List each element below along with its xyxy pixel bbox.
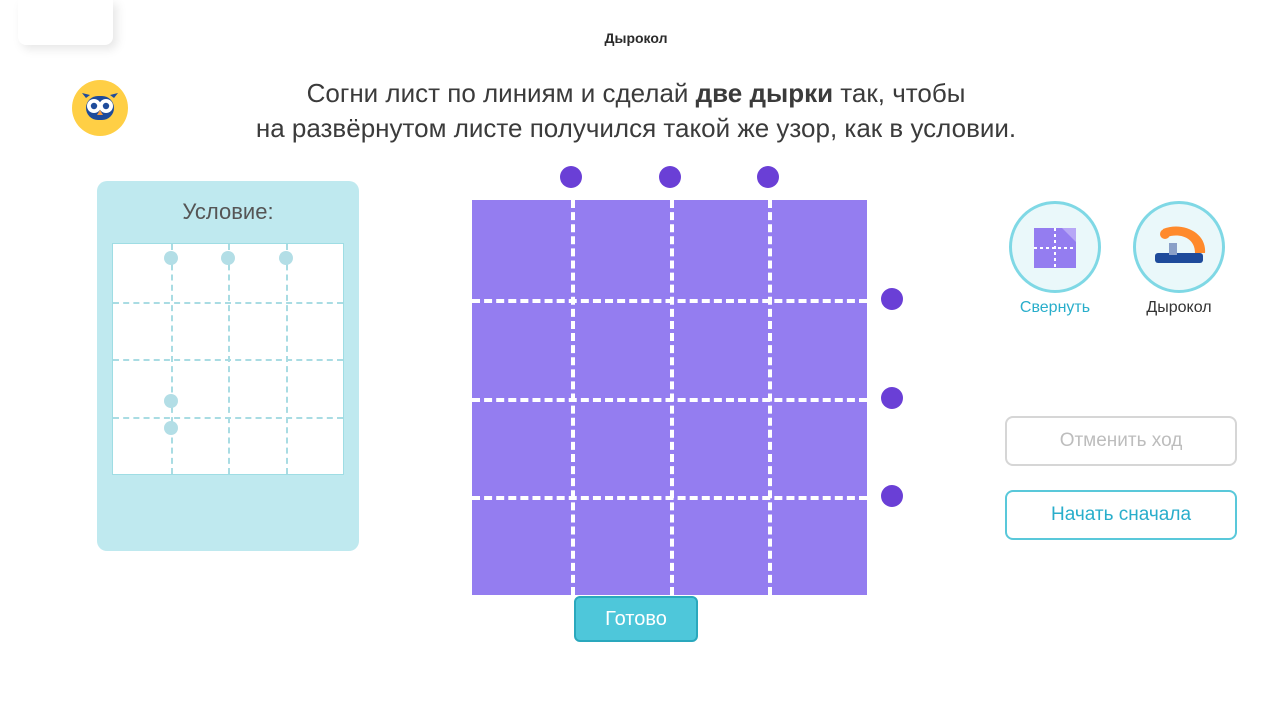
page-title: Дырокол bbox=[0, 0, 1272, 46]
punch-tool-label: Дырокол bbox=[1131, 299, 1227, 317]
instructions-text: Согни лист по линиям и сделай две дырки … bbox=[156, 76, 1116, 146]
condition-dot bbox=[164, 394, 178, 408]
punch-tool[interactable]: Дырокол bbox=[1131, 201, 1227, 317]
active-tab-corner bbox=[18, 0, 113, 45]
undo-button: Отменить ход bbox=[1005, 416, 1237, 466]
fold-handle-dot[interactable] bbox=[659, 166, 681, 188]
restart-button[interactable]: Начать сначала bbox=[1005, 490, 1237, 540]
fold-handle-dot[interactable] bbox=[881, 485, 903, 507]
sheet-workspace[interactable] bbox=[472, 160, 902, 590]
condition-label: Условие: bbox=[111, 199, 345, 225]
foldable-sheet[interactable] bbox=[472, 200, 867, 595]
fold-tool[interactable]: Свернуть bbox=[1007, 201, 1103, 317]
condition-dot bbox=[221, 251, 235, 265]
condition-card: Условие: bbox=[97, 181, 359, 551]
owl-mascot-icon bbox=[72, 80, 128, 136]
condition-dot bbox=[164, 421, 178, 435]
tools-panel: Свернуть Дырокол bbox=[997, 201, 1237, 317]
ready-button[interactable]: Готово bbox=[574, 596, 698, 642]
condition-dot bbox=[279, 251, 293, 265]
fold-icon[interactable] bbox=[1009, 201, 1101, 293]
condition-grid bbox=[112, 243, 344, 475]
hole-punch-icon[interactable] bbox=[1133, 201, 1225, 293]
fold-handle-dot[interactable] bbox=[881, 288, 903, 310]
fold-handle-dot[interactable] bbox=[881, 387, 903, 409]
fold-tool-label: Свернуть bbox=[1007, 299, 1103, 317]
fold-handle-dot[interactable] bbox=[560, 166, 582, 188]
fold-handle-dot[interactable] bbox=[757, 166, 779, 188]
condition-dot bbox=[164, 251, 178, 265]
